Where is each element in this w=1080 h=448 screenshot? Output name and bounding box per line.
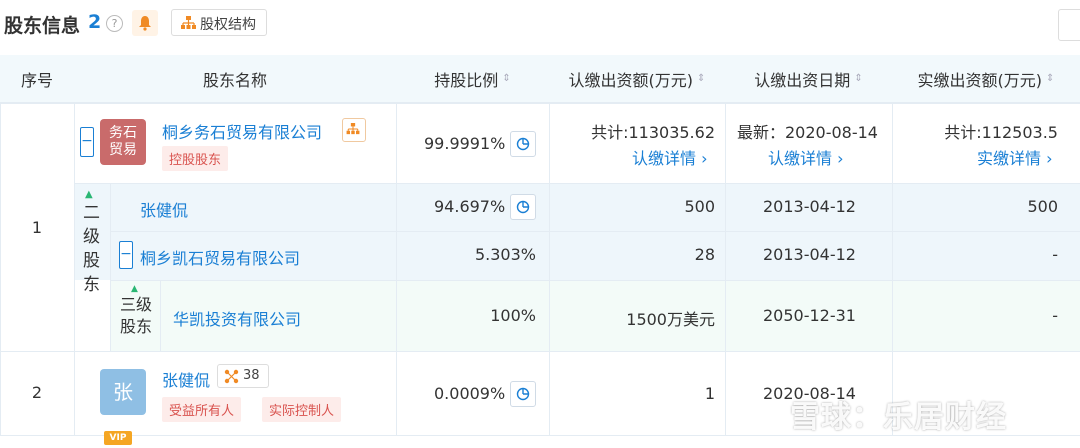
more-button[interactable] [1058, 9, 1080, 41]
controlling-shareholder-badge: 控股股东 [162, 146, 229, 171]
paid-total: 共计:112503.5 [944, 123, 1058, 142]
subscribed-amount: 1 [704, 384, 715, 403]
pie-chart-icon[interactable] [510, 194, 536, 220]
date-detail-link[interactable]: 认缴详情 › [768, 145, 844, 169]
paid-detail-link[interactable]: 实缴详情 › [977, 145, 1053, 169]
divider [110, 183, 111, 351]
org-chart-icon [181, 16, 196, 29]
watermark: 雪球：乐居财经 [790, 400, 1007, 435]
divider [0, 351, 1080, 352]
paid-amount: 500 [1027, 197, 1058, 216]
collapse-up-icon[interactable]: ▲ [85, 189, 93, 200]
paid-amount: - [1052, 245, 1058, 264]
col-seq: 序号 [0, 55, 74, 103]
level2-shareholder-link[interactable]: 张健侃 [140, 197, 188, 221]
divider [74, 103, 75, 435]
ratio-value: 100% [490, 306, 536, 325]
collapse-up-icon[interactable]: ▲ [131, 284, 138, 294]
row-seq: 1 [31, 218, 43, 237]
latest-date: 最新：2020-08-14 [737, 123, 878, 142]
ratio-value: 94.697% [434, 197, 506, 216]
level3-label: 三级 股东 [119, 295, 152, 336]
subscribed-date: 2013-04-12 [763, 245, 856, 264]
subscribed-amount: 28 [694, 245, 715, 264]
sort-icon[interactable]: ⇕ [502, 73, 510, 84]
col-name: 股东名称 [74, 55, 396, 103]
sort-icon[interactable]: ⇕ [697, 73, 705, 84]
divider [892, 103, 893, 435]
equity-chart-icon[interactable] [342, 118, 366, 142]
subscribed-amount: 1500万美元 [626, 310, 715, 329]
shareholder-count: 2 [88, 11, 102, 33]
col-ratio[interactable]: 持股比例 ⇕ [396, 55, 549, 103]
col-paid-amount[interactable]: 实缴出资额(万元) ⇕ [892, 55, 1080, 103]
divider [74, 183, 1080, 184]
level2-label: 二 级 股 东 [83, 203, 100, 295]
section-title: 股东信息 [4, 15, 81, 37]
equity-structure-button[interactable]: 股权结构 [171, 9, 267, 36]
level3-shareholder-link[interactable]: 华凯投资有限公司 [173, 306, 301, 330]
divider [110, 280, 1080, 281]
equity-structure-label: 股权结构 [200, 17, 256, 33]
shareholder-name-link[interactable]: 张健侃 [162, 367, 210, 391]
divider [110, 231, 1080, 232]
avatar: 张 [100, 369, 146, 415]
ratio-value: 0.0009% [434, 384, 506, 403]
section-header: 股东信息 2 ? 股权结构 [0, 0, 1080, 50]
subscribed-date: 2013-04-12 [763, 197, 856, 216]
level2-shareholder-link[interactable]: 桐乡凯石贸易有限公司 [140, 245, 300, 269]
subscribed-detail-link[interactable]: 认缴详情 › [632, 145, 708, 169]
ratio-value: 99.9991% [424, 134, 506, 153]
help-icon[interactable]: ? [106, 15, 123, 32]
actual-controller-badge: 实际控制人 [262, 397, 342, 422]
sort-icon[interactable]: ⇕ [1046, 73, 1054, 84]
divider [725, 103, 726, 435]
pie-chart-icon[interactable] [510, 381, 536, 407]
subscribed-amount: 500 [684, 197, 715, 216]
vip-badge: VIP [104, 431, 132, 445]
avatar: 务石 贸易 [100, 119, 146, 165]
subscribed-date: 2050-12-31 [763, 306, 856, 325]
relation-count: 38 [243, 368, 260, 383]
col-subscribed-amount[interactable]: 认缴出资额(万元) ⇕ [549, 55, 725, 103]
sort-icon[interactable]: ⇕ [854, 73, 862, 84]
bell-icon[interactable] [132, 10, 158, 36]
relation-graph-icon [224, 369, 239, 384]
divider [160, 280, 161, 351]
collapse-toggle[interactable]: − [80, 127, 94, 157]
ratio-value: 5.303% [474, 245, 536, 264]
relation-button[interactable]: 38 [217, 364, 269, 388]
subscribed-total: 共计:113035.62 [591, 123, 715, 142]
collapse-toggle[interactable]: − [119, 241, 133, 269]
divider [0, 103, 1080, 104]
divider [396, 103, 397, 435]
shareholder-name-link[interactable]: 桐乡务石贸易有限公司 [162, 119, 322, 143]
pie-chart-icon[interactable] [510, 131, 536, 157]
col-subscribed-date[interactable]: 认缴出资日期 ⇕ [725, 55, 892, 103]
paid-amount: - [1052, 306, 1058, 325]
row-seq: 2 [31, 383, 43, 402]
beneficial-owner-badge: 受益所有人 [162, 397, 242, 422]
